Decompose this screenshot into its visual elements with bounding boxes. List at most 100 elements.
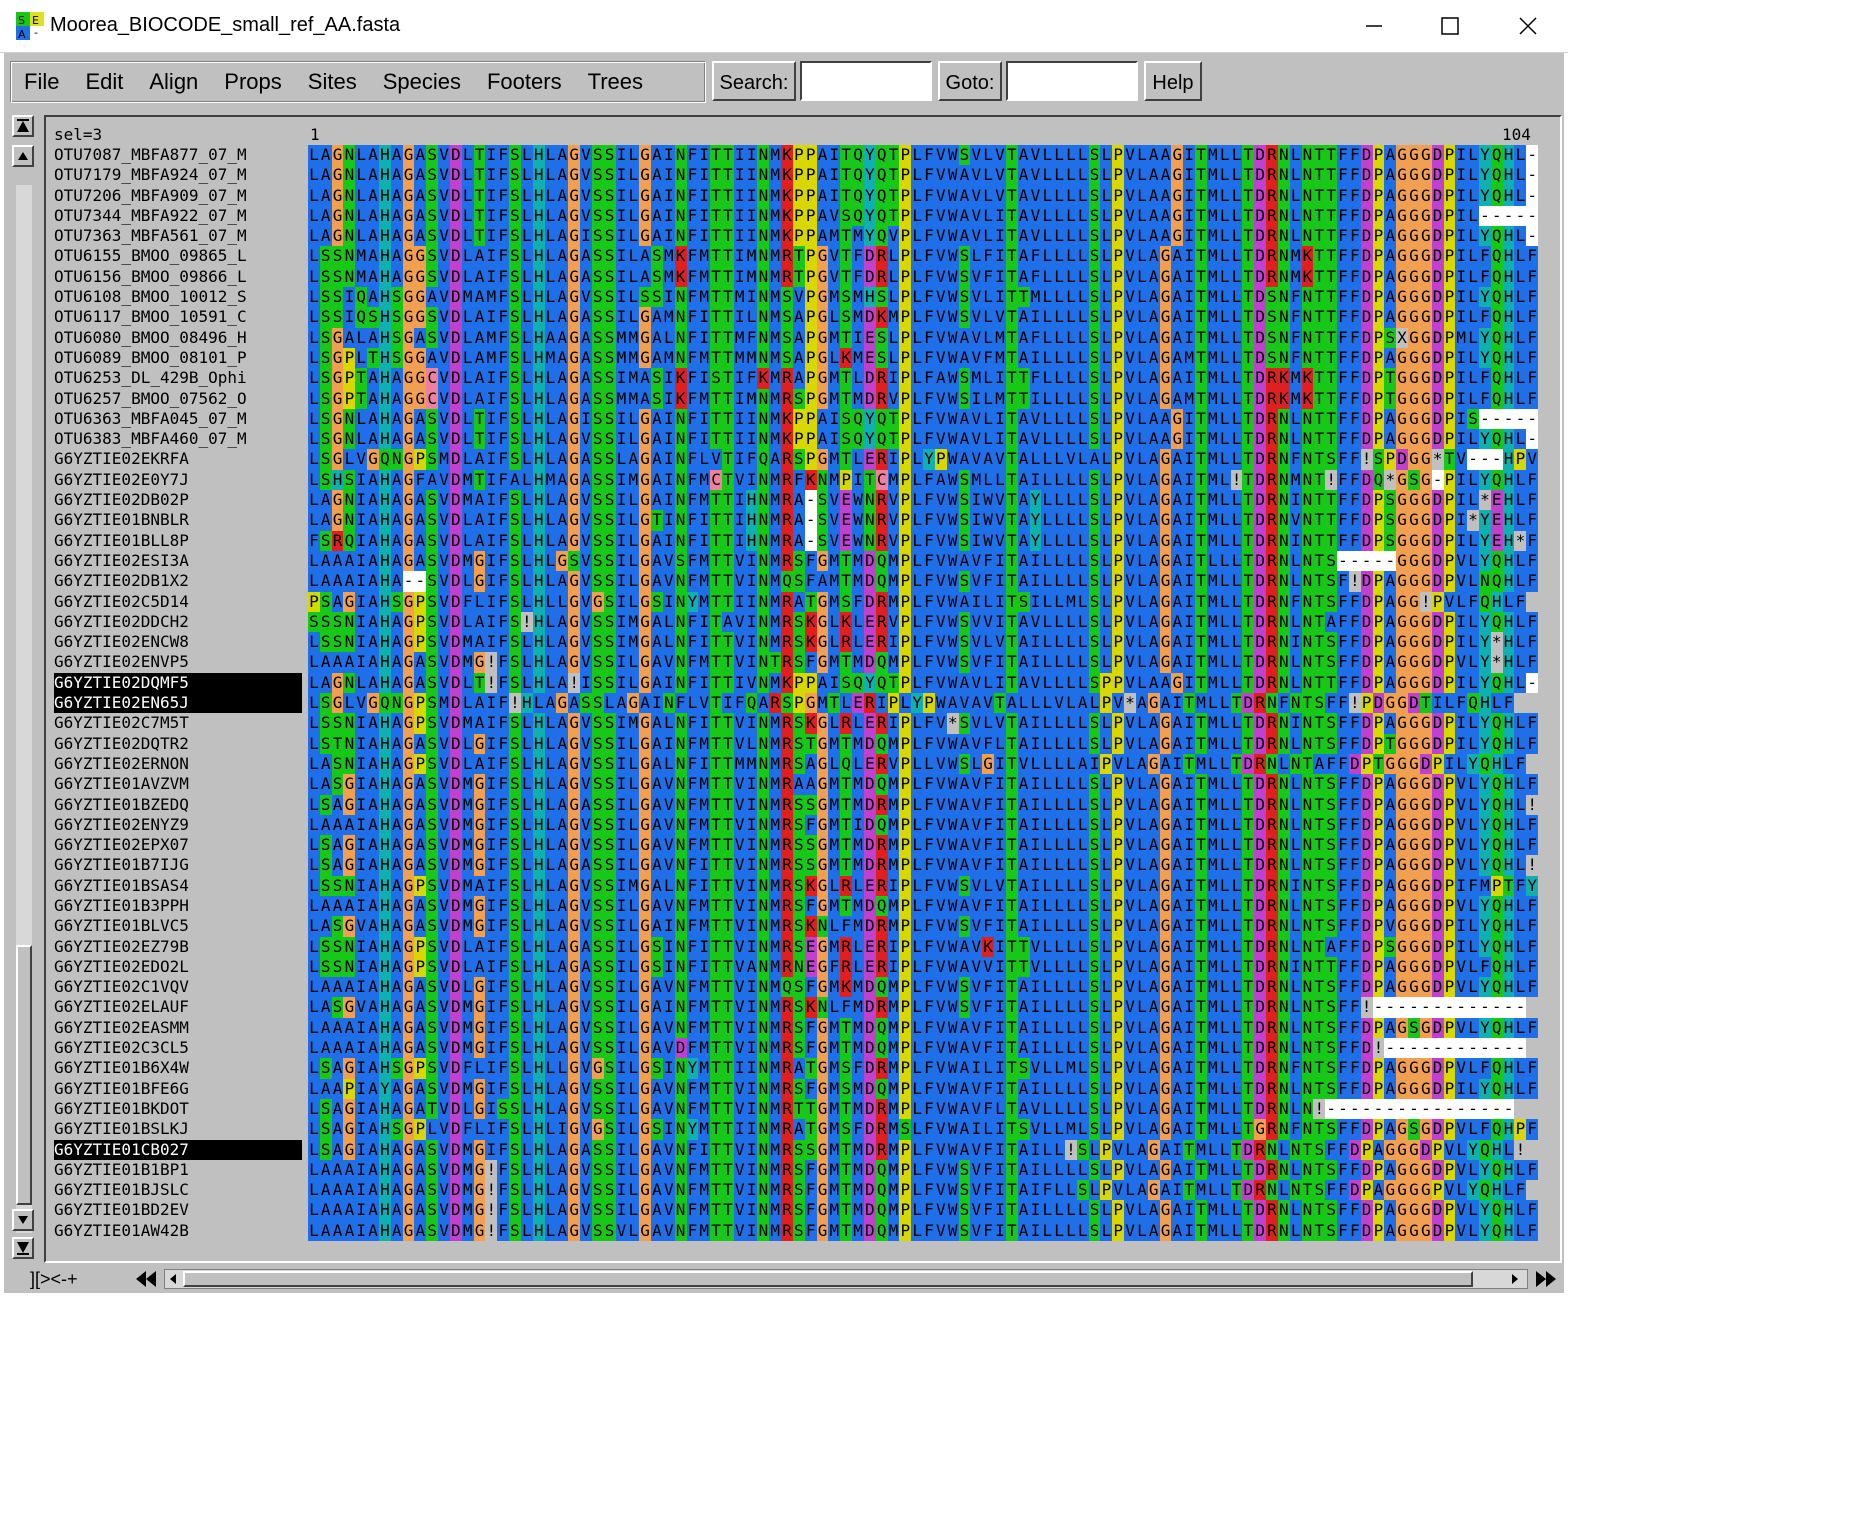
residue-cell[interactable]: R <box>1266 408 1278 430</box>
residue-cell[interactable]: L <box>544 977 557 998</box>
residue-cell[interactable]: G <box>331 510 344 531</box>
residue-cell[interactable]: L <box>1053 266 1065 288</box>
residue-cell[interactable]: N <box>674 287 687 308</box>
residue-cell[interactable]: H <box>1502 266 1515 288</box>
residue-cell[interactable]: T <box>804 733 817 754</box>
residue-cell[interactable]: V <box>970 936 983 957</box>
residue-cell[interactable]: A <box>769 449 782 470</box>
residue-cell[interactable]: L <box>662 632 675 653</box>
residue-cell[interactable]: S <box>426 530 439 551</box>
residue-cell[interactable]: A <box>1171 449 1184 470</box>
residue-cell[interactable]: A <box>319 510 332 531</box>
residue-cell[interactable]: F <box>923 1038 935 1059</box>
residue-cell[interactable]: M <box>852 571 864 592</box>
residue-cell[interactable]: G <box>1396 895 1409 917</box>
residue-cell[interactable]: A <box>556 510 569 531</box>
residue-cell[interactable]: L <box>1065 266 1077 288</box>
residue-cell[interactable]: F <box>923 814 935 836</box>
residue-cell[interactable]: K <box>674 266 687 288</box>
residue-cell[interactable]: G <box>639 733 652 754</box>
residue-cell[interactable]: G <box>568 591 581 612</box>
residue-cell[interactable]: D <box>1254 652 1267 673</box>
residue-cell[interactable]: S <box>509 1038 521 1059</box>
residue-cell[interactable]: S <box>792 997 805 1018</box>
residue-cell[interactable]: F <box>923 672 935 694</box>
residue-cell[interactable]: D <box>1360 145 1373 166</box>
residue-cell[interactable]: S <box>319 875 332 896</box>
residue-cell[interactable]: H <box>1502 226 1515 247</box>
residue-cell[interactable]: G <box>1159 388 1172 409</box>
residue-cell[interactable]: G <box>1159 794 1172 815</box>
residue-cell[interactable]: * <box>1490 632 1503 653</box>
residue-cell[interactable]: A <box>1384 611 1397 633</box>
residue-cell[interactable]: N <box>757 632 770 653</box>
sequence-row[interactable]: LSHSIAHAGFAVDMTIFALHMAGASSIMGAINFMCTVINM… <box>308 469 1540 491</box>
sequence-name[interactable]: OTU6253_DL_429B_Ophi <box>54 368 302 388</box>
residue-cell[interactable]: A <box>1076 753 1089 775</box>
residue-cell[interactable]: I <box>615 916 628 937</box>
residue-cell[interactable]: M <box>698 1078 711 1099</box>
residue-cell[interactable]: T <box>1005 185 1018 206</box>
residue-cell[interactable]: A <box>792 490 805 511</box>
residue-cell[interactable]: F <box>686 226 699 247</box>
residue-cell[interactable]: M <box>1206 510 1219 531</box>
residue-cell[interactable]: V <box>1384 916 1397 937</box>
residue-cell[interactable]: F <box>804 571 817 592</box>
residue-cell[interactable]: S <box>331 287 344 308</box>
residue-cell[interactable]: M <box>769 895 782 917</box>
residue-cell[interactable]: G <box>1396 956 1409 978</box>
residue-cell[interactable]: N <box>757 571 770 592</box>
residue-cell[interactable]: R <box>1266 855 1278 876</box>
residue-cell[interactable]: N <box>674 997 687 1018</box>
residue-cell[interactable]: G <box>568 388 581 409</box>
residue-cell[interactable]: R <box>1266 1058 1278 1079</box>
residue-cell[interactable]: L <box>520 977 533 998</box>
residue-cell[interactable]: R <box>875 794 888 815</box>
residue-cell[interactable]: N <box>674 855 687 876</box>
residue-cell[interactable]: T <box>1195 895 1207 917</box>
residue-cell[interactable]: V <box>934 936 947 957</box>
residue-cell[interactable]: L <box>308 855 320 876</box>
residue-cell[interactable]: L <box>1135 530 1148 551</box>
residue-cell[interactable]: V <box>662 652 675 673</box>
residue-cell[interactable]: T <box>1195 307 1207 328</box>
residue-cell[interactable]: T <box>721 307 734 328</box>
residue-cell[interactable]: L <box>1135 307 1148 328</box>
residue-cell[interactable]: * <box>1431 449 1444 470</box>
residue-cell[interactable]: A <box>1171 956 1184 978</box>
residue-cell[interactable]: V <box>970 408 983 430</box>
residue-cell[interactable]: S <box>426 733 439 754</box>
residue-cell[interactable]: P <box>1372 632 1385 653</box>
residue-cell[interactable]: L <box>852 753 864 775</box>
residue-cell[interactable]: N <box>674 347 687 369</box>
residue-cell[interactable]: P <box>1443 205 1456 227</box>
residue-cell[interactable]: F <box>686 855 699 876</box>
residue-cell[interactable]: L <box>1514 632 1527 653</box>
residue-cell[interactable]: I <box>745 205 758 227</box>
residue-cell[interactable]: G <box>402 347 415 369</box>
residue-cell[interactable]: I <box>1183 611 1196 633</box>
residue-cell[interactable]: V <box>970 449 983 470</box>
residue-cell[interactable]: F <box>1526 388 1539 409</box>
residue-cell[interactable]: S <box>603 977 616 998</box>
residue-cell[interactable]: D <box>449 368 462 389</box>
residue-cell[interactable]: P <box>1443 165 1456 186</box>
residue-cell[interactable]: T <box>1325 165 1338 186</box>
residue-cell[interactable]: A <box>390 510 403 531</box>
residue-cell[interactable]: A <box>426 469 439 491</box>
residue-cell[interactable]: A <box>1017 449 1030 470</box>
residue-cell[interactable]: I <box>355 1078 368 1099</box>
residue-cell[interactable]: I <box>970 510 983 531</box>
residue-cell[interactable]: E <box>863 327 876 348</box>
residue-cell[interactable]: I <box>1455 205 1468 227</box>
residue-cell[interactable]: S <box>591 753 604 775</box>
residue-cell[interactable]: L <box>1135 347 1148 369</box>
residue-cell[interactable]: L <box>461 672 474 694</box>
residue-cell[interactable]: S <box>319 368 332 389</box>
residue-cell[interactable]: F <box>1526 956 1539 978</box>
residue-cell[interactable]: L <box>520 753 533 775</box>
residue-cell[interactable]: L <box>1100 1078 1113 1099</box>
residue-cell[interactable]: A <box>556 327 569 348</box>
residue-cell[interactable]: V <box>438 733 450 754</box>
residue-cell[interactable]: F <box>923 611 935 633</box>
